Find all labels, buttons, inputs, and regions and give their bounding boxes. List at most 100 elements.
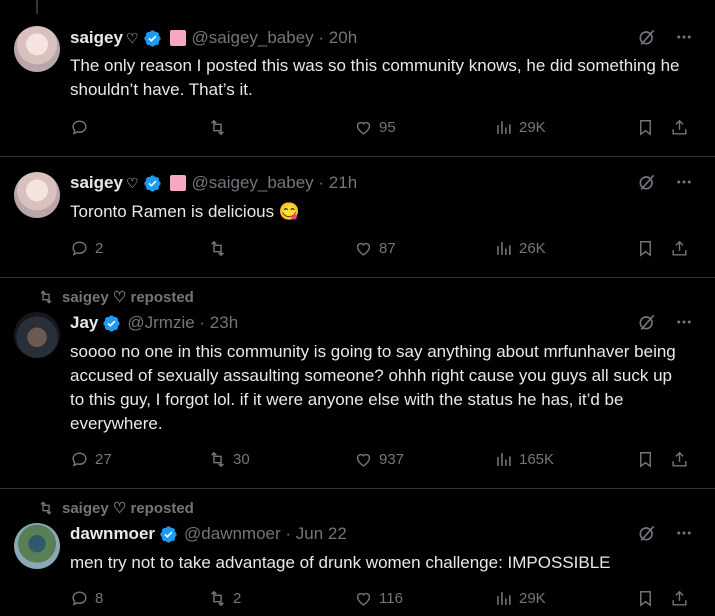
- top-actions: [637, 312, 693, 332]
- reply-icon: [72, 120, 87, 135]
- views-button[interactable]: 165K: [494, 450, 554, 469]
- bookmark-icon: [640, 120, 651, 136]
- tweet-text: soooo no one in this community is going …: [70, 342, 676, 433]
- repost-button[interactable]: [208, 239, 233, 258]
- repost-button[interactable]: 2: [208, 589, 241, 608]
- reply-button[interactable]: 2: [70, 239, 103, 258]
- view-count: 26K: [519, 240, 546, 257]
- share-button[interactable]: [670, 239, 689, 258]
- tweet[interactable]: saigey ♡ @saigey_babey · 20h The only re…: [0, 0, 715, 157]
- reply-button[interactable]: 27: [70, 450, 112, 469]
- views-button[interactable]: 26K: [494, 239, 546, 258]
- top-actions: [637, 172, 693, 192]
- tweet[interactable]: saigey ♡ @saigey_babey · 21h Toronto Ram…: [0, 157, 715, 278]
- repost-button[interactable]: [208, 118, 233, 137]
- share-icon: [672, 590, 687, 606]
- avatar[interactable]: [14, 172, 60, 218]
- grok-icon[interactable]: [637, 312, 657, 332]
- bookmark-button[interactable]: [636, 118, 655, 137]
- bookmark-button[interactable]: [636, 589, 655, 608]
- tweet[interactable]: saigey ♡ reposted Jay @Jrmzie · 23h sooo…: [0, 278, 715, 489]
- repost-icon: [211, 119, 224, 136]
- tweet-header: Jay @Jrmzie · 23h: [70, 312, 238, 334]
- repost-count: 30: [233, 451, 250, 468]
- bookmark-icon: [640, 591, 651, 607]
- share-button[interactable]: [670, 589, 689, 608]
- tweet-header: saigey ♡ @saigey_babey · 21h: [70, 172, 357, 194]
- tweet-header: saigey ♡ @saigey_babey · 20h: [70, 27, 357, 49]
- views-button[interactable]: 29K: [494, 589, 546, 608]
- analytics-icon: [497, 592, 511, 605]
- grok-icon[interactable]: [637, 27, 657, 47]
- bookmark-button[interactable]: [636, 239, 655, 258]
- tweet-text: men try not to take advantage of drunk w…: [70, 553, 611, 572]
- reply-button[interactable]: 8: [70, 589, 103, 608]
- more-options-icon[interactable]: [675, 28, 693, 46]
- grok-icon[interactable]: [637, 523, 657, 543]
- bookmark-icon: [640, 452, 651, 468]
- like-button[interactable]: 937: [354, 450, 404, 469]
- display-name[interactable]: saigey: [70, 173, 123, 193]
- share-button[interactable]: [670, 450, 689, 469]
- grok-icon[interactable]: [637, 172, 657, 192]
- reply-button[interactable]: [70, 118, 95, 137]
- repost-icon: [211, 451, 224, 468]
- heart-icon: [356, 453, 371, 467]
- verified-badge-icon: [160, 525, 177, 543]
- handle-time[interactable]: @Jrmzie · 23h: [127, 313, 238, 333]
- display-name[interactable]: Jay: [70, 313, 98, 333]
- share-icon: [672, 119, 687, 135]
- tweet[interactable]: saigey ♡ reposted dawnmoer @dawnmoer · J…: [0, 489, 715, 616]
- repost-icon: [211, 240, 224, 257]
- more-options-icon[interactable]: [675, 173, 693, 191]
- view-count: 29K: [519, 119, 546, 136]
- avatar[interactable]: [14, 312, 60, 358]
- analytics-icon: [497, 121, 511, 134]
- top-actions: [637, 523, 693, 543]
- repost-button[interactable]: 30: [208, 450, 250, 469]
- bookmark-button[interactable]: [636, 450, 655, 469]
- action-bar: 95 29K: [70, 118, 693, 140]
- view-count: 29K: [519, 590, 546, 607]
- heart-icon: [356, 242, 371, 256]
- analytics-icon: [497, 242, 511, 255]
- views-button[interactable]: 29K: [494, 118, 546, 137]
- repost-icon: [40, 501, 52, 515]
- display-name[interactable]: saigey: [70, 28, 123, 48]
- profile-emoji-icon: [169, 30, 186, 46]
- analytics-icon: [497, 453, 511, 466]
- share-button[interactable]: [670, 118, 689, 137]
- handle-time[interactable]: @saigey_babey · 21h: [192, 173, 358, 193]
- display-name[interactable]: dawnmoer: [70, 524, 155, 544]
- heart-icon: [356, 121, 371, 135]
- like-count: 116: [379, 590, 403, 607]
- repost-label[interactable]: saigey ♡ reposted: [62, 499, 194, 517]
- reply-count: 2: [95, 240, 104, 257]
- repost-count: 2: [233, 590, 242, 607]
- bookmark-icon: [640, 241, 651, 257]
- repost-label[interactable]: saigey ♡ reposted: [62, 288, 194, 306]
- more-options-icon[interactable]: [675, 524, 693, 542]
- share-icon: [672, 451, 687, 467]
- like-button[interactable]: 87: [354, 239, 396, 258]
- action-bar: 27 30 937 165K: [70, 450, 693, 472]
- reply-count: 8: [95, 590, 104, 607]
- reply-icon: [72, 241, 87, 256]
- tweet-text: Toronto Ramen is delicious 😋: [70, 202, 300, 221]
- handle-time[interactable]: @dawnmoer · Jun 22: [184, 524, 347, 544]
- avatar[interactable]: [14, 26, 60, 72]
- view-count: 165K: [519, 451, 555, 468]
- like-button[interactable]: 116: [354, 589, 403, 608]
- share-icon: [672, 240, 687, 256]
- heart-icon: [356, 592, 371, 606]
- avatar[interactable]: [14, 523, 60, 569]
- verified-badge-icon: [143, 29, 161, 47]
- repost-context: saigey ♡ reposted: [38, 288, 194, 306]
- verified-badge-icon: [103, 314, 120, 332]
- profile-emoji-icon: [169, 175, 186, 191]
- name-heart: ♡: [125, 29, 139, 46]
- like-button[interactable]: 95: [354, 118, 396, 137]
- repost-context: saigey ♡ reposted: [38, 499, 194, 517]
- handle-time[interactable]: @saigey_babey · 20h: [192, 28, 358, 48]
- more-options-icon[interactable]: [675, 313, 693, 331]
